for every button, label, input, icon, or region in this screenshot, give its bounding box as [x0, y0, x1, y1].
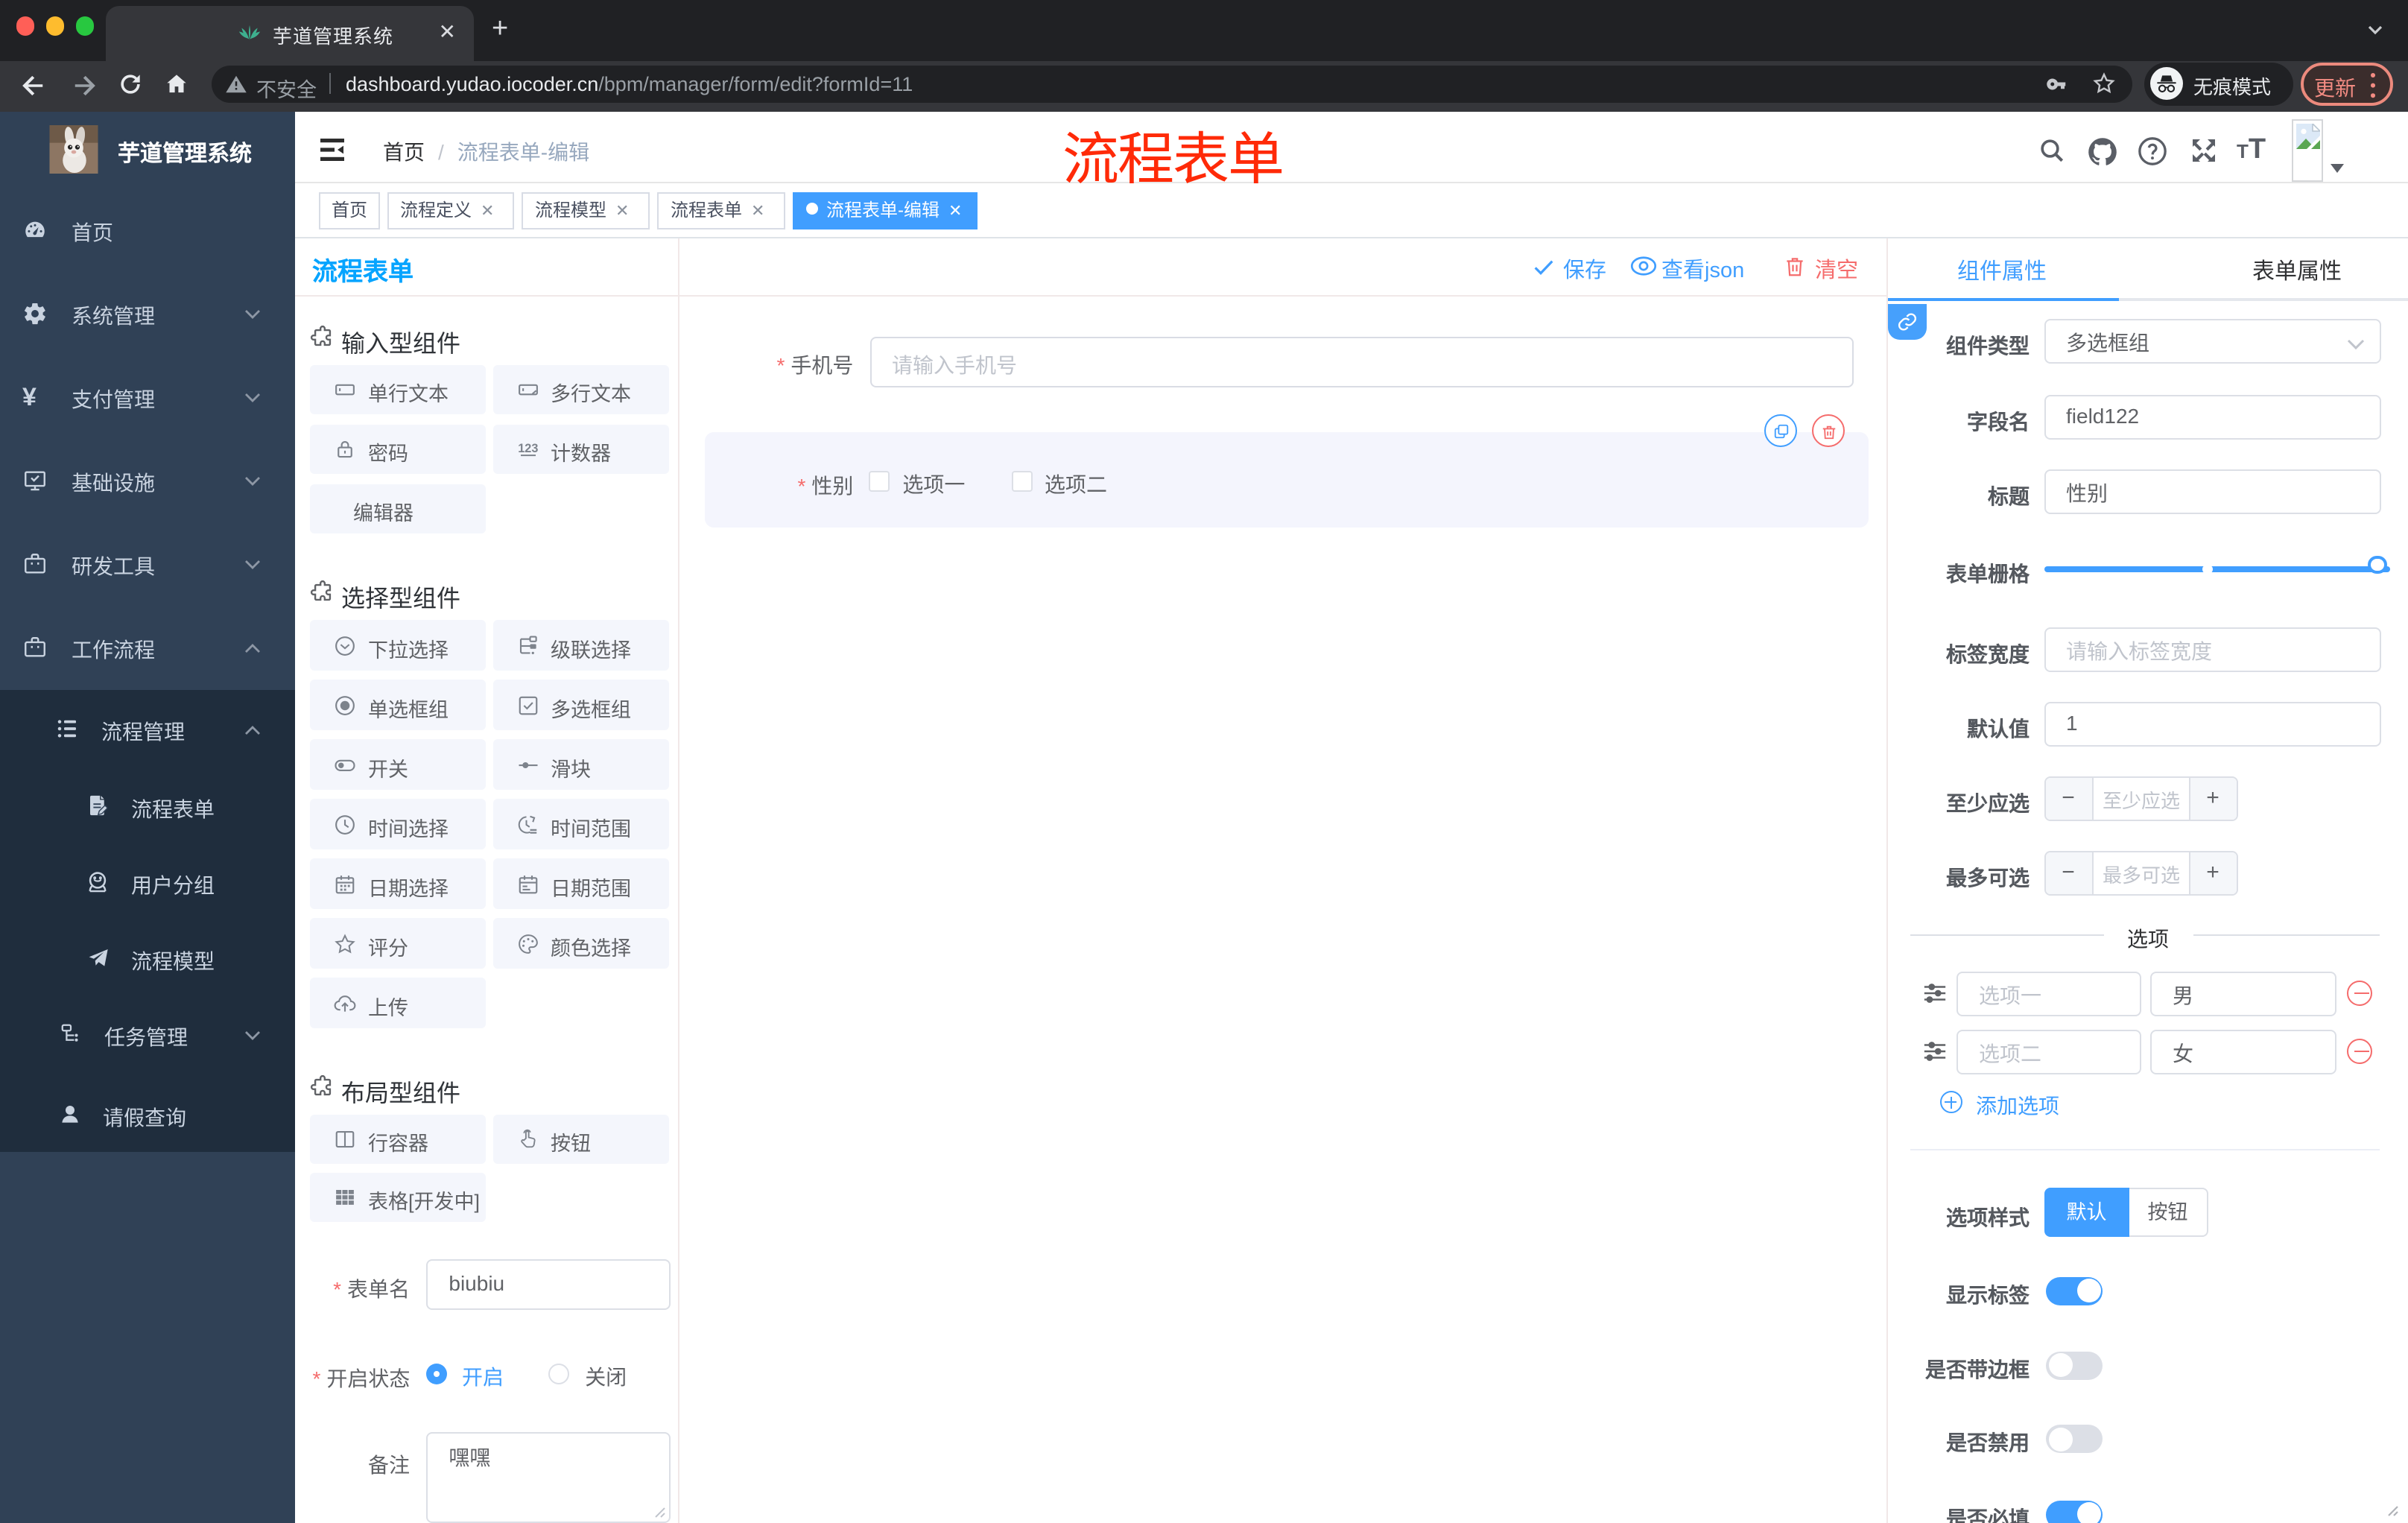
- svg-text:123: 123: [517, 442, 537, 455]
